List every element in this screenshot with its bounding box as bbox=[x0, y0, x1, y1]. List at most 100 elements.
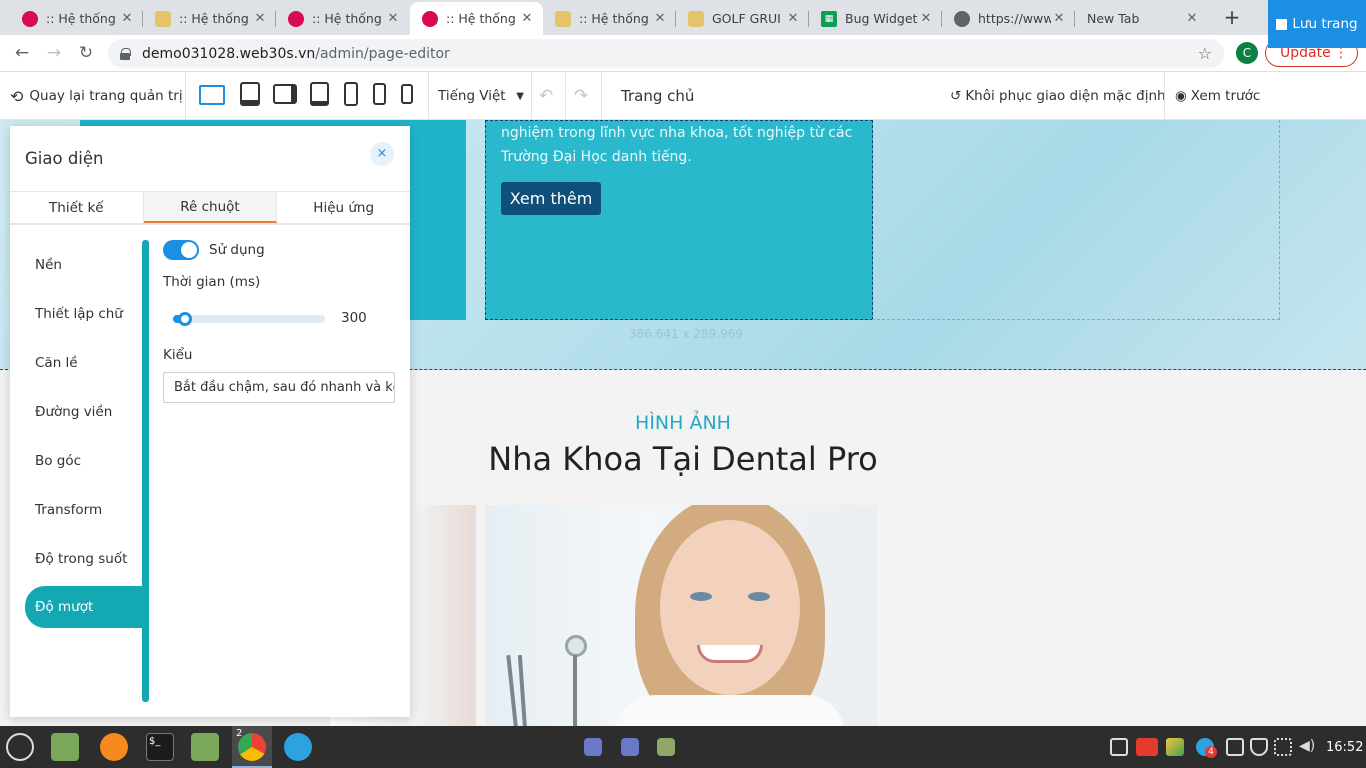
keyboard-icon[interactable] bbox=[1110, 738, 1128, 756]
see-more-button[interactable]: Xem thêm bbox=[501, 182, 601, 215]
files-icon[interactable] bbox=[191, 733, 219, 761]
close-tab-icon[interactable]: ✕ bbox=[252, 11, 268, 26]
eye-icon: ◉ bbox=[1175, 88, 1187, 104]
caret-down-icon: ▼ bbox=[516, 90, 524, 102]
duration-slider[interactable] bbox=[173, 312, 325, 326]
browser-tab[interactable]: :: Hệ thống ✕ bbox=[276, 2, 409, 35]
tablet-landscape-view-icon[interactable] bbox=[240, 82, 260, 106]
tab-title: https://www bbox=[978, 11, 1051, 26]
back-to-admin-label: Quay lại trang quản trị bbox=[29, 88, 183, 104]
panel-header: Giao diện × bbox=[10, 126, 410, 192]
close-tab-icon[interactable]: ✕ bbox=[785, 11, 801, 26]
style-label: Kiểu bbox=[163, 347, 193, 363]
close-tab-icon[interactable]: ✕ bbox=[1051, 11, 1067, 26]
use-toggle-label: Sử dụng bbox=[209, 242, 265, 258]
browser-tab[interactable]: https://www ✕ bbox=[942, 2, 1075, 35]
browser-tab-strip: :: Hệ thống ✕ :: Hệ thống ✕ :: Hệ thống ✕ :… bbox=[0, 0, 1366, 35]
close-tab-icon[interactable]: ✕ bbox=[519, 11, 535, 26]
info-window-icon[interactable] bbox=[584, 738, 602, 756]
firefox-icon[interactable] bbox=[100, 733, 128, 761]
browser-tab[interactable]: ▦ Bug Widget ✕ bbox=[809, 2, 942, 35]
clock[interactable]: 16:52 bbox=[1326, 740, 1363, 755]
back-arrow-icon[interactable]: ← bbox=[10, 41, 34, 65]
use-toggle[interactable] bbox=[163, 240, 199, 260]
browser-tab[interactable]: :: Hệ thống ✕ bbox=[543, 2, 676, 35]
bookmark-star-icon[interactable]: ☆ bbox=[1198, 44, 1212, 63]
sidebar-item-transform[interactable]: Transform bbox=[10, 485, 148, 534]
save-page-label: Lưu trang bbox=[1292, 16, 1358, 32]
tray-app-icon[interactable] bbox=[1166, 738, 1184, 756]
hero-card-selected[interactable]: nghiệm trong lĩnh vực nha khoa, tốt nghi… bbox=[485, 120, 873, 320]
gallery-photo-dentist[interactable] bbox=[485, 505, 877, 726]
browser-tab-active[interactable]: :: Hệ thống ✕ bbox=[410, 2, 543, 35]
redo-icon[interactable]: ↷ bbox=[574, 72, 588, 120]
browser-tab[interactable]: :: Hệ thống ✕ bbox=[143, 2, 276, 35]
tab-title: GOLF GRUI bbox=[712, 11, 781, 26]
new-tab-button[interactable]: + bbox=[1220, 5, 1244, 29]
sidebar-item-opacity[interactable]: Độ trong suốt bbox=[10, 534, 148, 583]
network-icon[interactable] bbox=[1274, 738, 1292, 756]
text-editor-icon[interactable] bbox=[657, 738, 675, 756]
sidebar-item-background[interactable]: Nền bbox=[10, 240, 148, 289]
language-label: Tiếng Việt bbox=[438, 88, 506, 104]
sidebar-item-radius[interactable]: Bo góc bbox=[10, 436, 148, 485]
preview-button[interactable]: ◉ Xem trước bbox=[1175, 72, 1260, 120]
back-return-icon: ⟲ bbox=[10, 86, 24, 106]
close-tab-icon[interactable]: ✕ bbox=[119, 11, 135, 26]
tab-hover[interactable]: Rê chuột bbox=[143, 192, 278, 223]
os-taskbar: $_ 2 4 ◀) 16:52 bbox=[0, 726, 1366, 768]
clipboard-icon[interactable] bbox=[1226, 738, 1244, 756]
terminal-icon[interactable]: $_ bbox=[146, 733, 174, 761]
close-tab-icon[interactable]: ✕ bbox=[652, 11, 668, 26]
close-tab-icon[interactable]: ✕ bbox=[918, 11, 934, 26]
sidebar-item-typography[interactable]: Thiết lập chữ bbox=[10, 289, 148, 338]
panel-tabs: Thiết kế Rê chuột Hiệu ứng bbox=[10, 192, 410, 225]
debian-swirl-icon bbox=[288, 10, 304, 27]
telegram-icon[interactable] bbox=[284, 733, 312, 761]
close-tab-icon[interactable]: ✕ bbox=[385, 11, 401, 26]
page-icon bbox=[555, 10, 571, 27]
phone-view-icon[interactable] bbox=[373, 83, 386, 105]
language-select[interactable]: Tiếng Việt ▼ bbox=[438, 72, 524, 120]
sidebar-item-smoothness[interactable]: Độ mượt bbox=[25, 586, 148, 628]
tab-effects[interactable]: Hiệu ứng bbox=[277, 192, 410, 223]
close-panel-button[interactable]: × bbox=[370, 142, 394, 166]
phone-large-view-icon[interactable] bbox=[344, 82, 358, 106]
slider-thumb[interactable] bbox=[178, 312, 192, 326]
volume-icon[interactable]: ◀) bbox=[1299, 738, 1317, 756]
tab-design[interactable]: Thiết kế bbox=[10, 192, 144, 223]
browser-tab[interactable]: New Tab ✕ bbox=[1075, 2, 1208, 35]
info-window-icon[interactable] bbox=[621, 738, 639, 756]
browser-tab[interactable]: :: Hệ thống ✕ bbox=[10, 2, 143, 35]
restore-default-label: Khôi phục giao diện mặc định bbox=[965, 88, 1166, 104]
profile-avatar[interactable]: C bbox=[1236, 42, 1258, 64]
tablet-portrait-view-icon[interactable] bbox=[310, 82, 329, 106]
easing-select[interactable]: Bắt đầu chậm, sau đó nhanh và kết thúc c… bbox=[163, 372, 395, 403]
phone-small-view-icon[interactable] bbox=[401, 84, 413, 104]
tab-title: :: Hệ thống bbox=[579, 11, 649, 26]
folder-icon[interactable] bbox=[51, 733, 79, 761]
mint-menu-icon[interactable] bbox=[6, 733, 34, 761]
tablet-view-icon[interactable] bbox=[273, 84, 297, 104]
forward-arrow-icon[interactable]: → bbox=[42, 41, 66, 65]
sidebar-item-border[interactable]: Đường viền bbox=[10, 387, 148, 436]
design-panel: Giao diện × Thiết kế Rê chuột Hiệu ứng N… bbox=[10, 126, 410, 717]
undo-icon[interactable]: ↶ bbox=[539, 72, 553, 120]
shield-icon[interactable] bbox=[1250, 738, 1268, 756]
reload-icon[interactable]: ↻ bbox=[74, 41, 98, 65]
address-bar-row: ← → ↻ demo031028.web30s.vn/admin/page-ed… bbox=[0, 35, 1366, 72]
sheets-icon: ▦ bbox=[821, 10, 837, 27]
url-bar[interactable]: demo031028.web30s.vn/admin/page-editor ☆ bbox=[108, 39, 1224, 68]
duration-label: Thời gian (ms) bbox=[163, 274, 261, 290]
close-tab-icon[interactable]: ✕ bbox=[1184, 11, 1200, 26]
back-to-admin-button[interactable]: ⟲ Quay lại trang quản trị bbox=[10, 72, 183, 120]
telegram-badge: 4 bbox=[1205, 746, 1217, 758]
url-host: demo031028.web30s.vn bbox=[142, 45, 316, 62]
tab-title: :: Hệ thống bbox=[46, 11, 116, 26]
browser-tab[interactable]: GOLF GRUI ✕ bbox=[676, 2, 809, 35]
desktop-view-icon[interactable] bbox=[199, 85, 225, 105]
anydesk-icon[interactable] bbox=[1136, 738, 1158, 756]
save-page-button[interactable]: Lưu trang bbox=[1268, 0, 1366, 48]
restore-default-button[interactable]: ↺ Khôi phục giao diện mặc định bbox=[950, 72, 1166, 120]
sidebar-item-alignment[interactable]: Căn lề bbox=[10, 338, 148, 387]
